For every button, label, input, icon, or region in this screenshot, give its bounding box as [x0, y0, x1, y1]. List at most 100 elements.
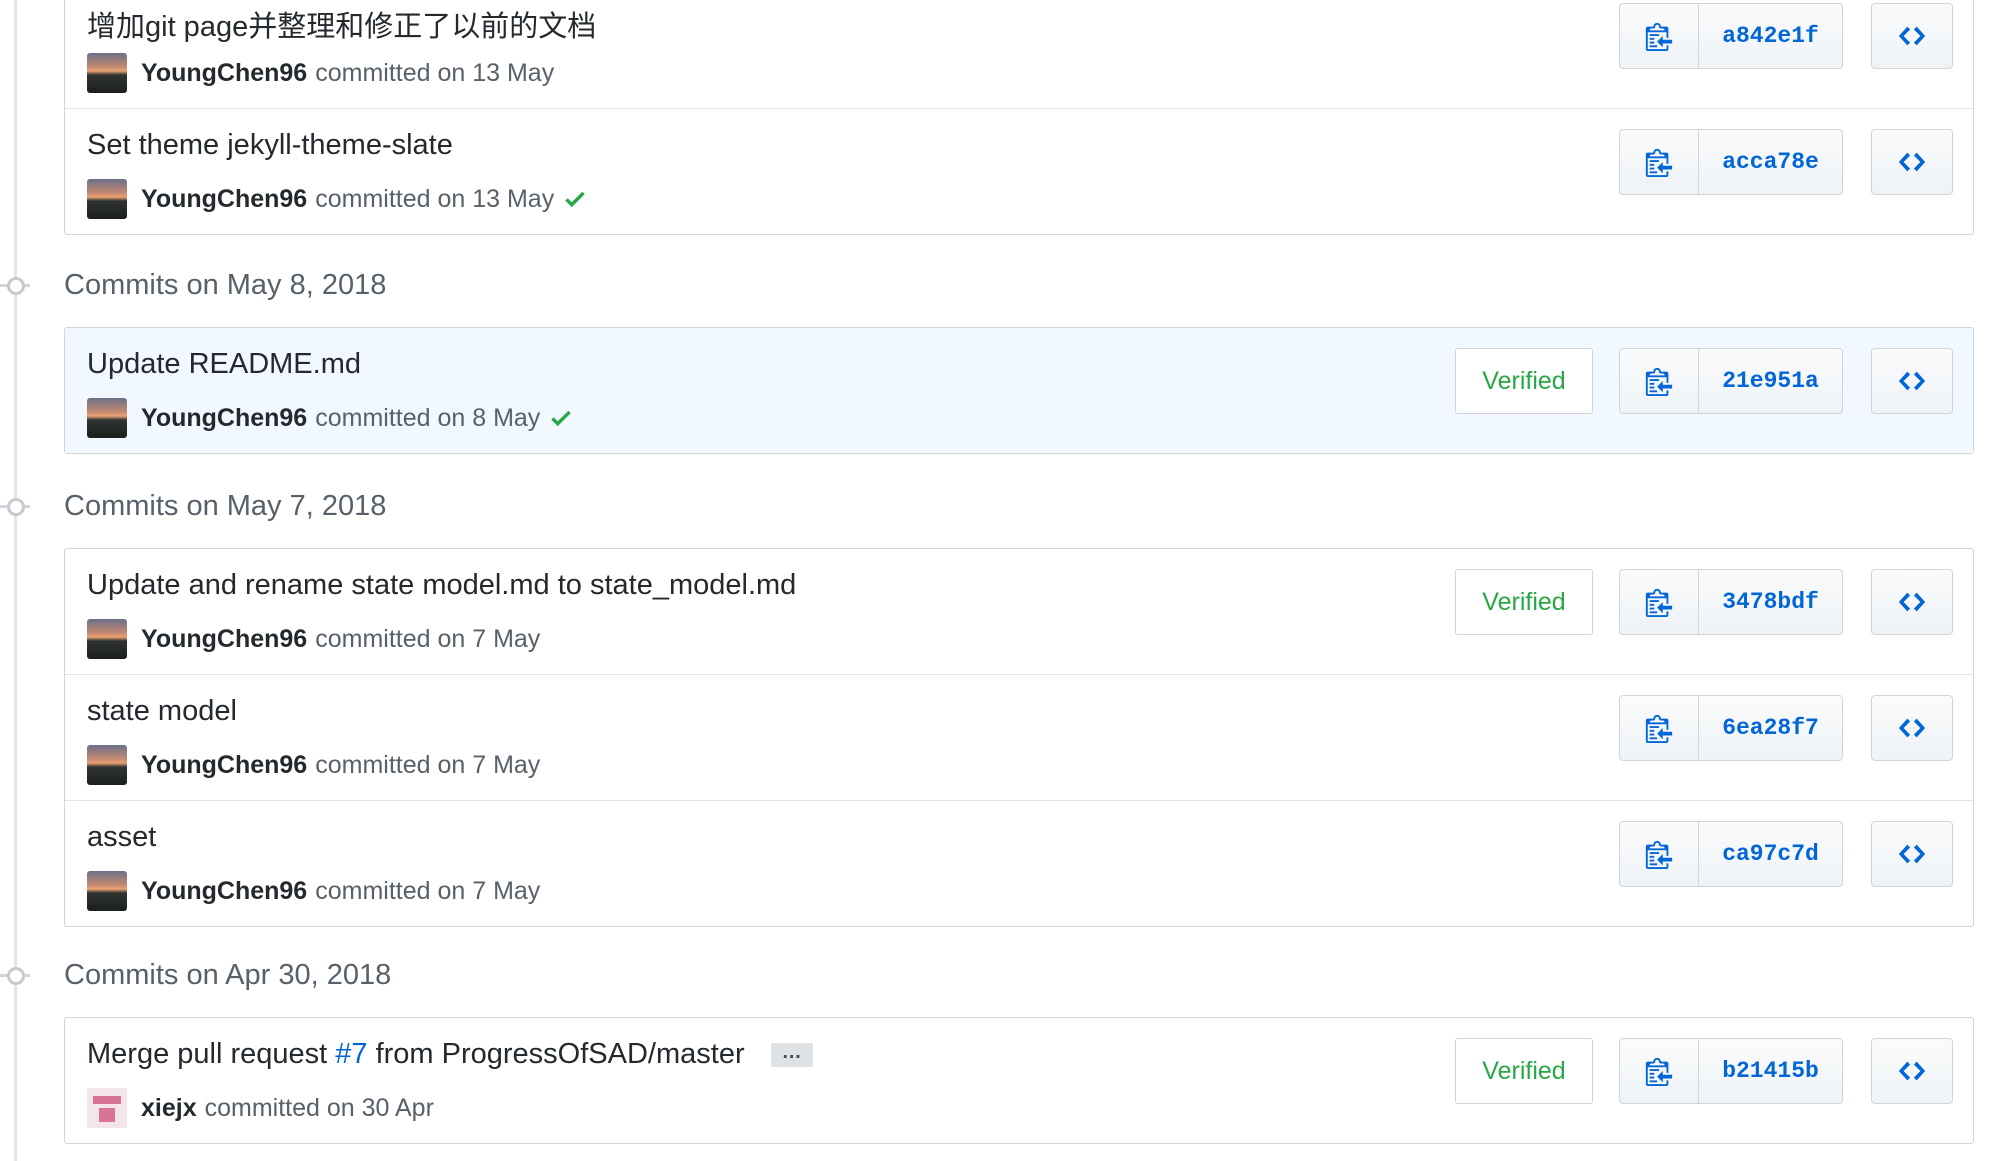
commit-row: asset YoungChen96 committed on 7 May ca9…: [65, 800, 1973, 926]
commit-message[interactable]: state model: [87, 695, 237, 728]
avatar[interactable]: [87, 1088, 127, 1128]
commit-sha-link[interactable]: 21e951a: [1699, 349, 1842, 413]
avatar[interactable]: [87, 619, 127, 659]
commit-list: Update README.md YoungChen96 committed o…: [64, 327, 1974, 454]
author-link[interactable]: xiejx: [141, 1094, 197, 1123]
commit-meta: YoungChen96 committed on 7 May: [87, 619, 540, 659]
commit-group-title: Commits on May 8, 2018: [64, 269, 387, 301]
author-link[interactable]: YoungChen96: [141, 59, 307, 88]
commit-row: 增加git page并整理和修正了以前的文档 YoungChen96 commi…: [65, 0, 1973, 108]
copy-sha-button[interactable]: [1620, 822, 1699, 886]
verified-badge[interactable]: Verified: [1455, 348, 1593, 414]
commit-message[interactable]: 增加git page并整理和修正了以前的文档: [87, 3, 596, 45]
commit-row: state model YoungChen96 committed on 7 M…: [65, 674, 1973, 800]
code-icon: [1898, 718, 1926, 738]
commit-sha-link[interactable]: a842e1f: [1699, 4, 1842, 68]
browse-files-button[interactable]: [1871, 695, 1953, 761]
timeline-line: [14, 0, 17, 1161]
commit-sha-link[interactable]: b21415b: [1699, 1039, 1842, 1103]
commit-list: 增加git page并整理和修正了以前的文档 YoungChen96 commi…: [64, 0, 1974, 235]
commit-group-header: Commits on May 8, 2018: [0, 265, 1064, 305]
commit-row: Set theme jekyll-theme-slate YoungChen96…: [65, 108, 1973, 234]
commit-message: Merge pull request #7 from ProgressOfSAD…: [87, 1038, 813, 1071]
copy-sha-button[interactable]: [1620, 1039, 1699, 1103]
commit-date: committed on 30 Apr: [204, 1093, 434, 1122]
clippy-icon: [1645, 588, 1673, 617]
commit-message[interactable]: Update and rename state model.md to stat…: [87, 569, 796, 602]
commit-sha-link[interactable]: 6ea28f7: [1699, 696, 1842, 760]
commit-row: Merge pull request #7 from ProgressOfSAD…: [65, 1018, 1973, 1143]
code-icon: [1898, 1061, 1926, 1081]
clippy-icon: [1645, 1057, 1673, 1086]
commit-sha-link[interactable]: ca97c7d: [1699, 822, 1842, 886]
commit-date: committed on 13 May: [315, 58, 555, 87]
code-icon: [1898, 26, 1926, 46]
clippy-icon: [1645, 148, 1673, 177]
sha-button-group: 3478bdf: [1619, 569, 1843, 635]
avatar[interactable]: [87, 871, 127, 911]
copy-sha-button[interactable]: [1620, 4, 1699, 68]
commit-sha-link[interactable]: 3478bdf: [1699, 570, 1842, 634]
commit-message-text[interactable]: Merge pull request: [87, 1038, 327, 1070]
avatar[interactable]: [87, 745, 127, 785]
clippy-icon: [1645, 367, 1673, 396]
author-link[interactable]: YoungChen96: [141, 404, 307, 433]
code-icon: [1898, 371, 1926, 391]
commit-group-title: Commits on May 7, 2018: [64, 490, 387, 522]
avatar[interactable]: [87, 179, 127, 219]
author-link[interactable]: YoungChen96: [141, 185, 307, 214]
commit-date: committed on 8 May: [315, 403, 541, 432]
author-link[interactable]: YoungChen96: [141, 625, 307, 654]
code-icon: [1898, 844, 1926, 864]
issue-link[interactable]: #7: [335, 1038, 367, 1070]
sha-button-group: acca78e: [1619, 129, 1843, 195]
verified-badge[interactable]: Verified: [1455, 1038, 1593, 1104]
commit-date: committed on 7 May: [315, 624, 541, 653]
author-link[interactable]: YoungChen96: [141, 877, 307, 906]
commit-row: Update and rename state model.md to stat…: [65, 549, 1973, 674]
browse-files-button[interactable]: [1871, 348, 1953, 414]
sha-button-group: 21e951a: [1619, 348, 1843, 414]
clippy-icon: [1645, 714, 1673, 743]
commit-date: committed on 13 May: [315, 184, 555, 213]
avatar[interactable]: [87, 398, 127, 438]
browse-files-button[interactable]: [1871, 3, 1953, 69]
commit-message[interactable]: Update README.md: [87, 348, 361, 381]
browse-files-button[interactable]: [1871, 821, 1953, 887]
commit-list: Merge pull request #7 from ProgressOfSAD…: [64, 1017, 1974, 1144]
commit-meta: YoungChen96 committed on 7 May: [87, 871, 540, 911]
commit-group-header: Commits on Apr 30, 2018: [0, 955, 1064, 995]
code-icon: [1898, 592, 1926, 612]
author-link[interactable]: YoungChen96: [141, 751, 307, 780]
commit-message[interactable]: asset: [87, 821, 156, 854]
sha-button-group: b21415b: [1619, 1038, 1843, 1104]
browse-files-button[interactable]: [1871, 129, 1953, 195]
sha-button-group: 6ea28f7: [1619, 695, 1843, 761]
sha-button-group: ca97c7d: [1619, 821, 1843, 887]
commit-meta: YoungChen96 committed on 13 May: [87, 179, 588, 219]
commit-date: committed on 7 May: [315, 876, 541, 905]
copy-sha-button[interactable]: [1620, 696, 1699, 760]
copy-sha-button[interactable]: [1620, 570, 1699, 634]
commit-message[interactable]: Set theme jekyll-theme-slate: [87, 129, 453, 162]
commit-meta: xiejx committed on 30 Apr: [87, 1088, 434, 1128]
browse-files-button[interactable]: [1871, 1038, 1953, 1104]
commit-list: Update and rename state model.md to stat…: [64, 548, 1974, 927]
copy-sha-button[interactable]: [1620, 349, 1699, 413]
commit-date: committed on 7 May: [315, 750, 541, 779]
commit-message-suffix[interactable]: from ProgressOfSAD/master: [376, 1038, 745, 1070]
commit-group-header: Commits on May 7, 2018: [0, 486, 1064, 526]
check-icon[interactable]: [562, 186, 588, 212]
clippy-icon: [1645, 840, 1673, 869]
verified-badge[interactable]: Verified: [1455, 569, 1593, 635]
expand-message-button[interactable]: …: [770, 1042, 813, 1068]
copy-sha-button[interactable]: [1620, 130, 1699, 194]
git-commit-icon: [0, 274, 30, 296]
sha-button-group: a842e1f: [1619, 3, 1843, 69]
avatar[interactable]: [87, 53, 127, 93]
commit-meta: YoungChen96 committed on 8 May: [87, 398, 574, 438]
check-icon[interactable]: [548, 405, 574, 431]
git-commit-icon: [0, 495, 30, 517]
commit-sha-link[interactable]: acca78e: [1699, 130, 1842, 194]
browse-files-button[interactable]: [1871, 569, 1953, 635]
